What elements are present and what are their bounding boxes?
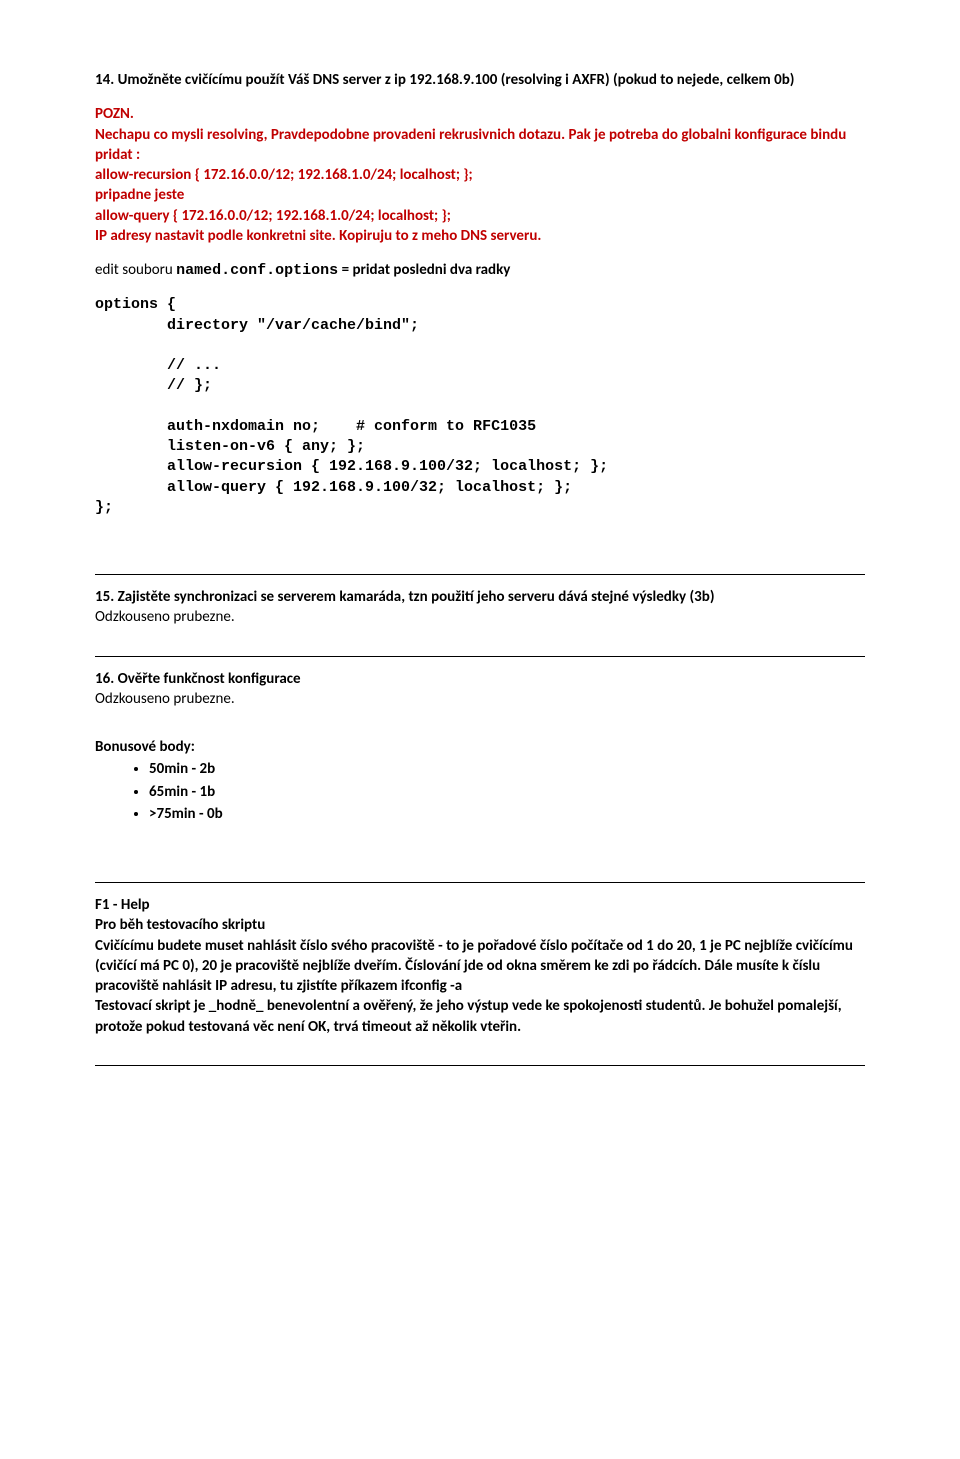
help-l3: Testovací skript je _hodně_ benevolentní… (95, 996, 865, 1037)
q15-title: 15. Zajistěte synchronizaci se serverem … (95, 587, 865, 607)
edit-suffix: = pridat posledni dva radky (338, 261, 510, 279)
divider (95, 882, 865, 883)
cfg-after: IP adresy nastavit podle konkretni site.… (95, 226, 865, 246)
help-l1: Pro běh testovacího skriptu (95, 915, 865, 935)
edit-line: edit souboru named.conf.options = pridat… (95, 260, 865, 281)
cfg-between: pripadne jeste (95, 185, 865, 205)
q14-title: 14. Umožněte cvičícímu použít Váš DNS se… (95, 70, 865, 90)
pozn-body: Nechapu co mysli resolving, Pravdepodobn… (95, 125, 865, 166)
bonus-title: Bonusové body: (95, 737, 865, 757)
options-code-block: options { directory "/var/cache/bind"; /… (95, 295, 865, 518)
pozn-label: POZN. (95, 105, 134, 123)
q15-body: Odzkouseno prubezne. (95, 607, 865, 627)
list-item: >75min - 0b (149, 804, 865, 824)
edit-prefix: edit souboru (95, 261, 176, 279)
cfg1: allow-recursion { 172.16.0.0/12; 192.168… (95, 165, 865, 185)
edit-file: named.conf.options (176, 262, 338, 279)
help-title: F1 - Help (95, 895, 865, 915)
list-item: 65min - 1b (149, 782, 865, 802)
q16-body: Odzkouseno prubezne. (95, 689, 865, 709)
divider (95, 656, 865, 657)
bonus-list: 50min - 2b 65min - 1b >75min - 0b (95, 759, 865, 824)
cfg2: allow-query { 172.16.0.0/12; 192.168.1.0… (95, 206, 865, 226)
divider (95, 1065, 865, 1066)
q16-title: 16. Ověřte funkčnost konfigurace (95, 669, 865, 689)
list-item: 50min - 2b (149, 759, 865, 779)
divider (95, 574, 865, 575)
help-l2: Cvičícímu budete muset nahlásit číslo sv… (95, 936, 865, 997)
